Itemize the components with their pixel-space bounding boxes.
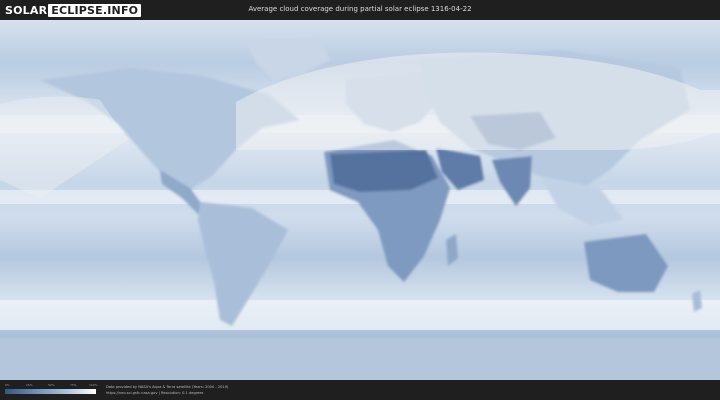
legend-tick-100: 100%	[89, 383, 98, 387]
legend-tick-25: 25%	[26, 383, 33, 387]
cloud-coverage-legend-bar	[5, 389, 96, 394]
legend-tick-0: 0%	[5, 383, 10, 387]
legend-tick-50: 50%	[48, 383, 55, 387]
cloud-coverage-map	[0, 20, 720, 380]
data-source-text: Data provided by NASA's Aqua & Terra sat…	[106, 385, 229, 389]
antarctica	[0, 338, 720, 380]
legend-tick-75: 75%	[70, 383, 77, 387]
page-title: Average cloud coverage during partial so…	[248, 5, 472, 13]
southern-ocean-cloud-band	[0, 300, 720, 330]
data-source-url[interactable]: https://neo.sci.gsfc.nasa.gov | Resoluti…	[106, 391, 203, 395]
footer-bar	[0, 380, 720, 400]
